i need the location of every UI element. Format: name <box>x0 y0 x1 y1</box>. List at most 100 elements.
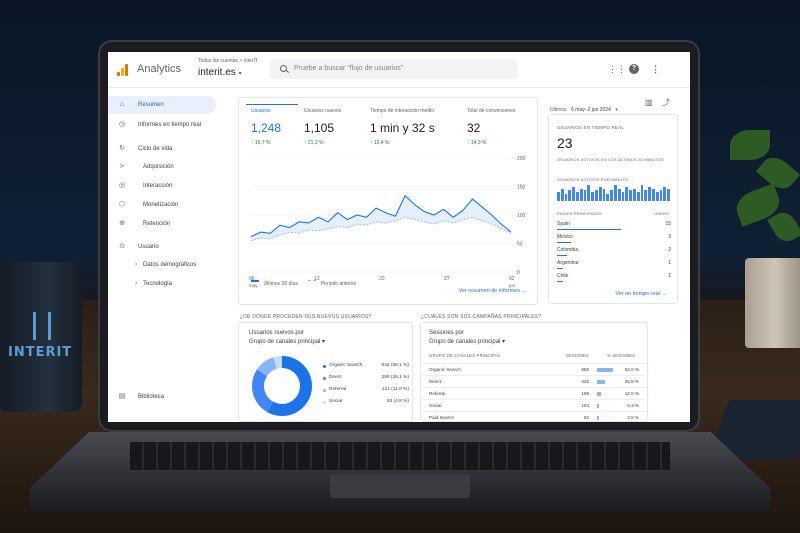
sidebar-item-label: Resumen <box>138 102 164 108</box>
country-row[interactable]: Colombia 2 <box>557 247 671 259</box>
x-tick-label: 02 <box>509 276 515 282</box>
users-col-header: USERS <box>654 211 669 216</box>
country-name: Colombia <box>557 247 579 253</box>
user-icon: ⊙ <box>119 243 125 250</box>
table-row[interactable]: Direct 425 25,8 % <box>421 375 649 387</box>
chevron-down-icon: ▾ <box>615 107 618 113</box>
donut-legend-item: Social 53 (4,8 %) <box>323 399 409 409</box>
country-value: 1 <box>668 260 671 266</box>
sidebar-item-label: Usuario <box>138 244 159 250</box>
library-icon: ▤ <box>118 393 126 400</box>
table-col-sessions: SESIONES <box>566 353 590 358</box>
chevron-down-icon: ▾ <box>238 71 242 77</box>
country-name: Mexico <box>557 234 573 240</box>
country-row[interactable]: Mexico 3 <box>557 234 671 246</box>
new-users-dimension[interactable]: Grupo de canales principal ▾ <box>249 338 325 345</box>
legend-previous-swatch <box>308 280 317 282</box>
x-tick-label: 27 <box>444 276 450 282</box>
per-minute-bar <box>640 185 644 201</box>
cell-sessions: 425 <box>581 379 589 384</box>
country-value: 1 <box>668 273 671 279</box>
country-row[interactable]: Chile 1 <box>557 273 671 285</box>
realtime-link[interactable]: Ver en tiempo real → <box>615 291 667 297</box>
sidebar-nav: ⌂ Resumen ◷ Informes en tiempo real ↻ Ci… <box>108 88 226 422</box>
clock-icon: ◷ <box>118 121 126 128</box>
search-icon <box>280 65 287 72</box>
per-minute-bar <box>655 192 659 201</box>
cell-channel: Social <box>429 403 442 408</box>
country-name: Chile <box>557 273 569 279</box>
help-icon[interactable]: ? <box>629 64 639 74</box>
sidebar-item-interaccion[interactable]: ◎ Interacción <box>108 177 216 195</box>
countries-col-header: PAÍSES PRINCIPALES <box>557 211 603 216</box>
cell-pct: 25,8 % <box>624 379 639 384</box>
sidebar-item-label: Datos demográficos <box>143 262 197 268</box>
acquisition-icon: ≻ <box>119 163 125 170</box>
country-value: 15 <box>665 221 671 227</box>
x-tick-label: 20 <box>379 276 385 282</box>
per-minute-bar <box>598 186 602 201</box>
analytics-logo-icon <box>117 64 129 76</box>
sidebar-item-tecnologia[interactable]: › Tecnología <box>108 275 216 293</box>
sidebar-item-monetizacion[interactable]: ⬡ Monetización <box>108 196 216 214</box>
campaigns-dimension[interactable]: Grupo de canales principal ▾ <box>429 338 505 345</box>
per-minute-bar <box>629 190 632 201</box>
per-minute-bar <box>648 186 651 201</box>
per-minute-bar <box>652 188 655 201</box>
campaigns-question: ¿CUÁLES SON SUS CAMPAÑAS PRINCIPALES? <box>421 314 542 320</box>
legend-value: 289 (26,1 %) <box>381 375 409 380</box>
metric-label: Usuarios nuevos <box>304 108 342 114</box>
sidebar-item-ciclo-de-vida[interactable]: ↻ Ciclo de vida <box>108 140 216 158</box>
campaigns-title: Sesiones por <box>429 330 465 336</box>
share-bar <box>597 404 599 408</box>
overview-report-link[interactable]: Ver resumen de informes → <box>459 288 527 294</box>
metric-usuarios-nuevos[interactable]: Usuarios nuevos 1,105 ↑ 21,3 % <box>304 108 366 146</box>
sidebar-item-adquisicion[interactable]: ≻ Adquisición <box>108 158 216 176</box>
table-row[interactable]: Social 104 6,3 % <box>421 399 649 411</box>
more-options-icon[interactable]: ⋮ <box>651 64 660 74</box>
sidebar-item-tiempo-real[interactable]: ◷ Informes en tiempo real <box>108 116 216 134</box>
breadcrumb[interactable]: Todas las cuentas > interIT <box>198 58 258 64</box>
search-bar[interactable]: Pruebe a buscar "flujo de usuarios" <box>270 59 518 79</box>
analytics-screen: Analytics Todas las cuentas > interIT in… <box>108 52 690 422</box>
y-tick-label: 150 <box>517 185 526 191</box>
sidebar-item-biblioteca[interactable]: ▤ Biblioteca <box>108 388 216 406</box>
per-minute-bar <box>617 188 621 201</box>
share-bar <box>597 380 605 384</box>
cell-channel: Organic Search <box>429 367 461 372</box>
apps-grid-icon[interactable]: ⋮⋮ <box>608 64 626 74</box>
top-bar: Analytics Todas las cuentas > interIT in… <box>108 52 690 88</box>
search-placeholder: Pruebe a buscar "flujo de usuarios" <box>294 65 404 72</box>
cell-pct: 3,8 % <box>627 415 639 420</box>
table-row[interactable]: Referral 198 12,0 % <box>421 387 649 399</box>
overview-card: Usuarios 1,248 ↑ 16,7 % Usuarios nuevos … <box>238 97 538 305</box>
country-bar <box>557 281 563 283</box>
per-minute-bar <box>667 188 670 201</box>
table-row[interactable]: Organic Search 856 52,0 % <box>421 363 649 375</box>
share-icon[interactable]: ⤴ <box>662 98 670 108</box>
cell-sessions: 856 <box>581 367 589 372</box>
per-minute-bar <box>591 192 594 201</box>
sidebar-item-datos-demograficos[interactable]: › Datos demográficos <box>108 256 216 274</box>
realtime-card: USUARIOS EN TIEMPO REAL 23 USUARIOS ACTI… <box>548 114 678 304</box>
legend-label: Social <box>329 399 343 404</box>
plant-pot <box>745 258 800 348</box>
sidebar-item-label: Informes en tiempo real <box>138 122 202 128</box>
metric-tiempo-interaccion[interactable]: Tiempo de interacción medio 1 min y 32 s… <box>370 108 460 146</box>
campaigns-card: Sesiones por Grupo de canales principal … <box>420 322 649 422</box>
sidebar-item-retencion[interactable]: ⊕ Retención <box>108 215 216 233</box>
customize-report-icon[interactable]: ▥ <box>645 98 653 108</box>
metric-value: 32 <box>467 121 481 135</box>
country-row[interactable]: Argentina 1 <box>557 260 671 272</box>
cell-pct: 52,0 % <box>624 367 639 372</box>
sidebar-item-resumen[interactable]: ⌂ Resumen <box>108 96 216 114</box>
table-row[interactable]: Paid Search 63 3,8 % <box>421 411 649 422</box>
chevron-right-icon: › <box>134 261 138 268</box>
country-value: 2 <box>668 247 671 253</box>
per-minute-bar <box>625 186 629 201</box>
metric-conversiones[interactable]: Total de conversiones 32 ↑ 14,3 % <box>467 108 529 146</box>
property-selector[interactable]: interit.es ▾ <box>198 67 242 78</box>
country-bar <box>557 242 571 244</box>
sidebar-item-usuario[interactable]: ⊙ Usuario <box>108 238 216 256</box>
country-row[interactable]: Spain 15 <box>557 221 671 233</box>
